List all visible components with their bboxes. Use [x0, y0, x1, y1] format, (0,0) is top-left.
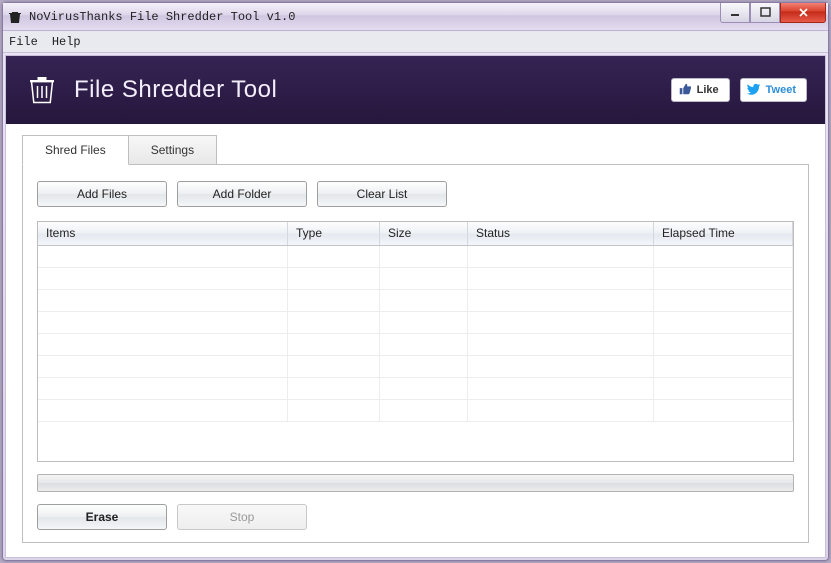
clear-list-button[interactable]: Clear List — [317, 181, 447, 207]
add-folder-button[interactable]: Add Folder — [177, 181, 307, 207]
stop-button[interactable]: Stop — [177, 504, 307, 530]
app-title: File Shredder Tool — [74, 76, 277, 104]
table-row — [38, 290, 793, 312]
twitter-icon — [747, 82, 761, 99]
window-title: NoVirusThanks File Shredder Tool v1.0 — [29, 10, 295, 24]
titlebar[interactable]: NoVirusThanks File Shredder Tool v1.0 — [3, 3, 828, 31]
bottom-button-row: Erase Stop — [37, 504, 794, 530]
thumbs-up-icon — [678, 82, 692, 99]
tab-shred-files[interactable]: Shred Files — [22, 135, 129, 165]
tab-panel-shred: Add Files Add Folder Clear List Items Ty… — [22, 164, 809, 543]
app-icon — [7, 9, 23, 25]
col-items[interactable]: Items — [38, 222, 288, 245]
like-button[interactable]: Like — [671, 78, 730, 102]
minimize-button[interactable] — [720, 3, 750, 23]
erase-button[interactable]: Erase — [37, 504, 167, 530]
table-row — [38, 312, 793, 334]
like-label: Like — [697, 84, 719, 96]
toolbar-row: Add Files Add Folder Clear List — [37, 181, 794, 207]
col-elapsed[interactable]: Elapsed Time — [654, 222, 793, 245]
tweet-button[interactable]: Tweet — [740, 78, 807, 102]
col-type[interactable]: Type — [288, 222, 380, 245]
tweet-label: Tweet — [766, 84, 796, 96]
hero-banner: File Shredder Tool Like Tweet — [6, 56, 825, 124]
window-controls — [720, 3, 826, 23]
table-row — [38, 268, 793, 290]
menu-file[interactable]: File — [9, 35, 38, 49]
col-status[interactable]: Status — [468, 222, 654, 245]
grid-header: Items Type Size Status Elapsed Time — [38, 222, 793, 246]
add-files-button[interactable]: Add Files — [37, 181, 167, 207]
client-area: File Shredder Tool Like Tweet — [5, 55, 826, 558]
menubar: File Help — [3, 31, 828, 53]
tab-strip: Shred Files Settings — [22, 134, 809, 164]
items-grid[interactable]: Items Type Size Status Elapsed Time — [37, 221, 794, 462]
maximize-button[interactable] — [750, 3, 780, 23]
close-button[interactable] — [780, 3, 826, 23]
content-area: Shred Files Settings Add Files Add Folde… — [6, 124, 825, 557]
progress-bar — [37, 474, 794, 492]
table-row — [38, 356, 793, 378]
col-size[interactable]: Size — [380, 222, 468, 245]
menu-help[interactable]: Help — [52, 35, 81, 49]
trash-icon — [24, 71, 60, 110]
table-row — [38, 400, 793, 422]
table-row — [38, 246, 793, 268]
app-window: NoVirusThanks File Shredder Tool v1.0 Fi… — [2, 2, 829, 561]
table-row — [38, 378, 793, 400]
tab-settings[interactable]: Settings — [129, 135, 217, 165]
grid-body — [38, 246, 793, 424]
table-row — [38, 334, 793, 356]
